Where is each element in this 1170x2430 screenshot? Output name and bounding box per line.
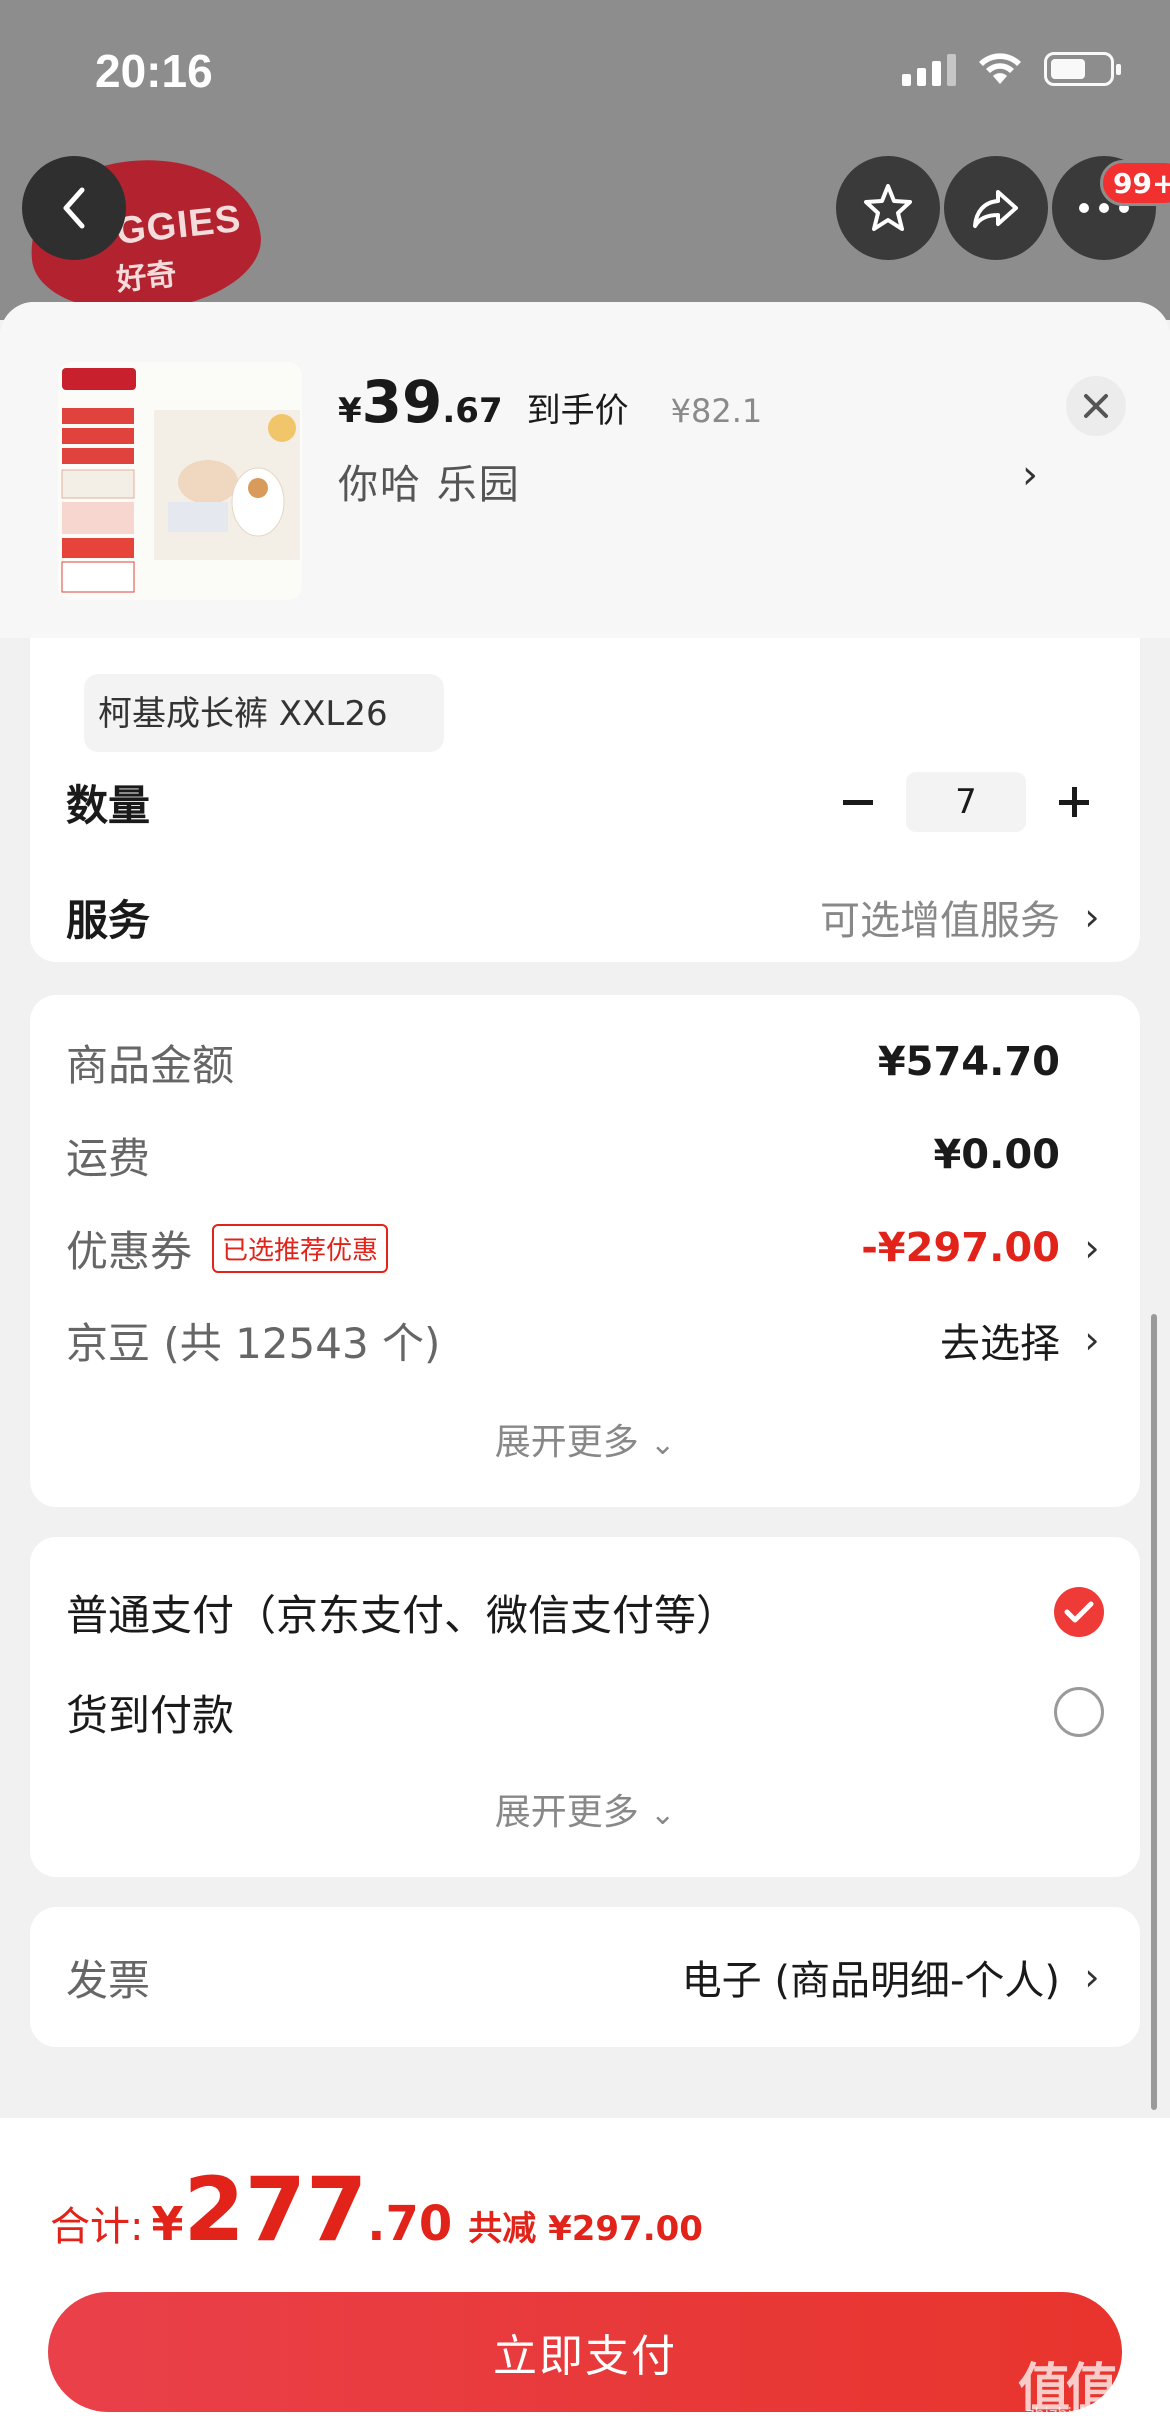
pay-now-button[interactable]: 立即支付 [48,2292,1122,2412]
cellular-signal-icon [902,52,956,86]
quantity-row: 数量 7 [66,767,1104,837]
invoice-card[interactable]: 发票 电子 (商品明细-个人) › [30,1907,1140,2047]
total-price: 合计: ¥ 277 .70 共减 ¥297.00 [50,2158,703,2261]
price-line: ¥ 39 .67 到手价 ¥82.1 [338,368,762,436]
close-icon [1084,394,1108,418]
close-button[interactable] [1066,376,1126,436]
spec-chip[interactable]: 柯基成长裤 XXL26 [84,674,444,752]
coupon-row[interactable]: 优惠券 已选推荐优惠 -¥297.00 › [66,1213,1104,1283]
chevron-right-icon: › [1084,1226,1100,1270]
price-integer: 39 [361,368,443,436]
plus-icon [1059,787,1089,817]
payment-option-cod[interactable]: 货到付款 [66,1677,1104,1747]
original-price: ¥82.1 [670,392,763,430]
total-currency: ¥ [151,2197,184,2251]
star-icon [864,184,912,231]
order-options-card: 柯基成长裤 XXL26 数量 7 服务 可选增值服务 › [30,582,1140,962]
increase-button[interactable] [1044,772,1104,832]
total-label: 合计: [50,2204,144,2250]
variant-selector[interactable]: 你哈 乐园 [338,452,521,510]
chevron-right-icon[interactable]: › [1022,452,1038,498]
chevron-right-icon: › [1084,895,1100,939]
goods-amount-value: ¥574.70 [877,1039,1060,1085]
amounts-card: 商品金额 ¥574.70 › 运费 ¥0.00 › 优惠券 已选推荐优惠 -¥2… [30,995,1140,1507]
coupon-label: 优惠券 [66,1226,193,1276]
jd-beans-row[interactable]: 京豆 (共 12543 个) 去选择 › [66,1305,1104,1375]
share-arrow-icon [973,190,1018,228]
invoice-value: 电子 (商品明细-个人) [681,1958,1060,2004]
goods-amount-row: 商品金额 ¥574.70 › [66,1027,1104,1097]
chevron-left-icon [63,187,85,229]
quantity-label: 数量 [66,780,151,830]
watermark-url: zhizhizhi.com [1026,2404,1135,2423]
chevron-right-icon: › [1084,1955,1100,1999]
total-integer: 277 [183,2158,368,2261]
status-time: 20:16 [95,45,213,97]
jd-beans-label: 京豆 (共 12543 个) [66,1318,441,1368]
battery-icon [1044,52,1121,86]
invoice-row[interactable]: 发票 电子 (商品明细-个人) › [66,1942,1104,2012]
decrease-button[interactable] [828,772,888,832]
invoice-label: 发票 [66,1955,151,2005]
product-thumbnail [58,362,302,600]
back-button[interactable] [22,156,126,260]
quantity-input[interactable]: 7 [906,772,1026,832]
service-row[interactable]: 服务 可选增值服务 › [66,882,1104,952]
jd-beans-value: 去选择 [940,1321,1060,1367]
chevron-down-icon: ⌄ [650,1797,676,1832]
shipping-row: 运费 ¥0.00 › [66,1120,1104,1190]
chevron-down-icon: ⌄ [650,1427,676,1462]
price-decimal: .67 [442,391,503,431]
scroll-indicator[interactable] [1151,1314,1157,2110]
total-savings: 共减 ¥297.00 [468,2209,703,2249]
payment-option-label: 货到付款 [66,1690,235,1740]
shipping-label: 运费 [66,1133,151,1183]
goods-amount-label: 商品金额 [66,1040,235,1090]
final-price-label: 到手价 [526,391,629,431]
expand-more-payment[interactable]: 展开更多 ⌄ [30,1783,1140,1835]
expand-more-amounts[interactable]: 展开更多 ⌄ [30,1413,1140,1465]
shipping-value: ¥0.00 [933,1132,1060,1178]
notification-badge: 99+ [1100,160,1170,206]
service-value: 可选增值服务 [820,898,1060,944]
coupon-tag: 已选推荐优惠 [212,1223,389,1273]
status-bar: 20:16 [0,0,1170,140]
price-currency: ¥ [338,391,362,431]
payment-option-label: 普通支付（京东支付、微信支付等） [66,1590,739,1640]
share-button[interactable] [944,156,1048,260]
coupon-value: -¥297.00 [861,1225,1060,1271]
radio-unchecked-icon[interactable] [1054,1687,1104,1737]
favorite-button[interactable] [836,156,940,260]
order-sheet: 柯基成长裤 XXL26 数量 7 服务 可选增值服务 › 商品金额 ¥574.7… [0,302,1170,2430]
product-summary-header: ¥ 39 .67 到手价 ¥82.1 你哈 乐园 › [0,302,1170,638]
quantity-stepper: 7 [828,772,1104,832]
minus-icon [843,800,873,805]
total-decimal: .70 [367,2196,453,2252]
checkout-bar: 合计: ¥ 277 .70 共减 ¥297.00 立即支付 [0,2118,1170,2430]
payment-card: 普通支付（京东支付、微信支付等） 货到付款 展开更多 ⌄ [30,1537,1140,1877]
service-label: 服务 [66,895,151,945]
chevron-right-icon: › [1084,1318,1100,1362]
radio-checked-icon[interactable] [1054,1587,1104,1637]
status-icons [902,52,1121,86]
payment-option-normal[interactable]: 普通支付（京东支付、微信支付等） [66,1577,1104,1647]
wifi-icon [979,53,1021,84]
